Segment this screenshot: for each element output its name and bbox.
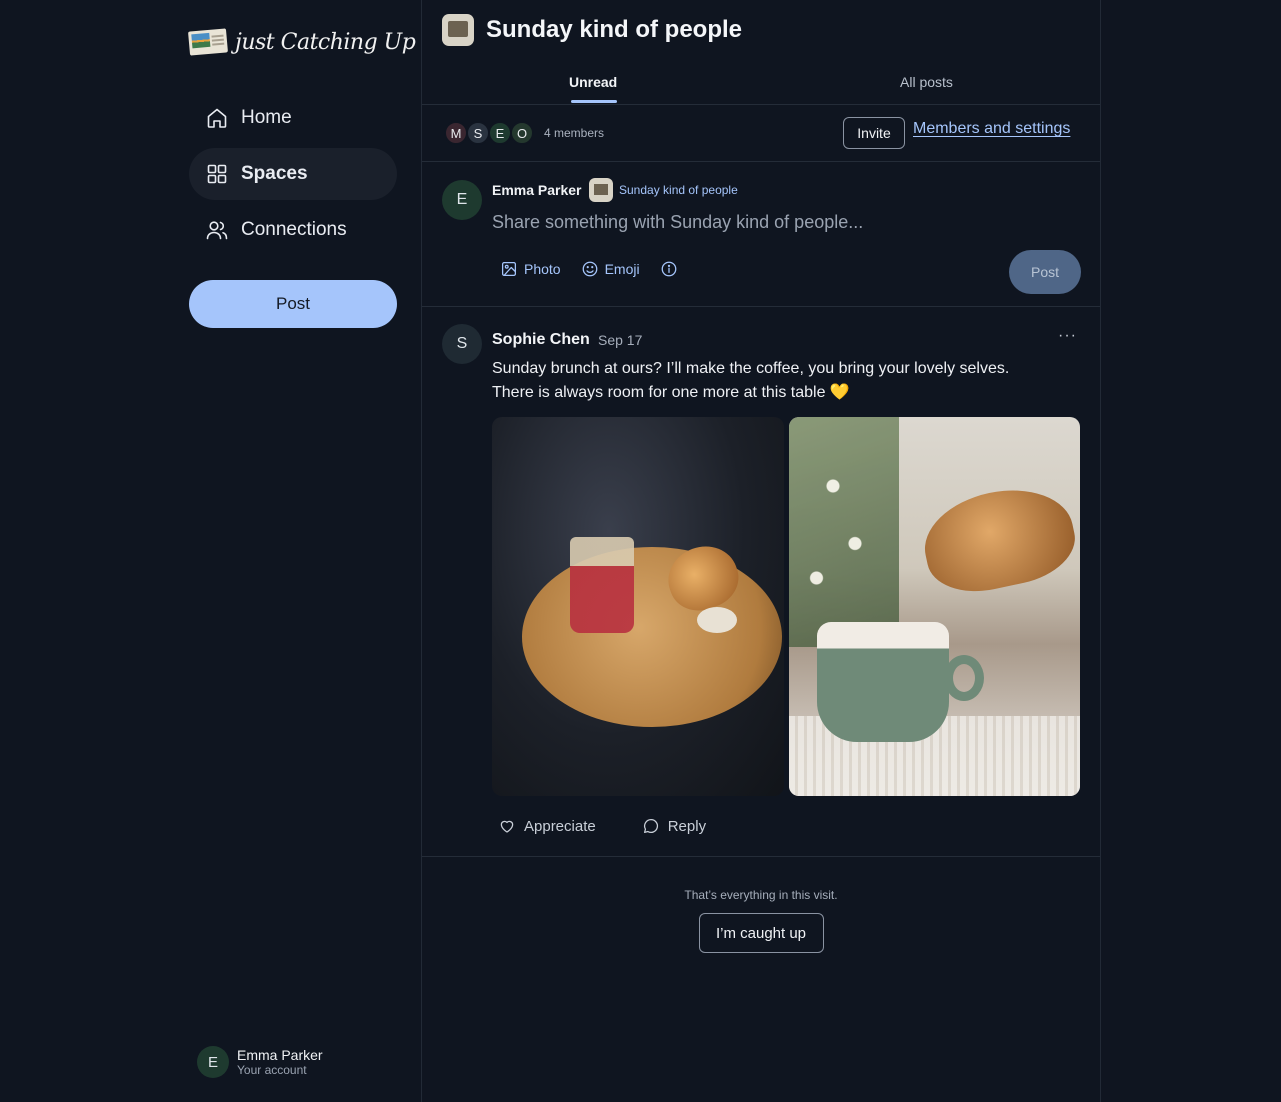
reply-button[interactable]: Reply (642, 817, 706, 835)
home-icon (207, 108, 227, 128)
sidebar-item-home[interactable]: Home (189, 92, 397, 144)
image-icon (501, 261, 517, 277)
avatar: S (442, 324, 482, 364)
smiley-icon (582, 261, 597, 277)
post-photos (492, 417, 1080, 796)
members-bar: M S E O 4 members Invite Members and set… (422, 105, 1100, 162)
sidebar-item-label: Spaces (241, 163, 308, 184)
sidebar: just Catching Up Home Spaces Connections… (0, 0, 421, 1102)
chat-bubble-icon (643, 818, 658, 834)
post-body: Sunday brunch at ours? I’ll make the cof… (492, 357, 1072, 405)
info-icon (661, 261, 676, 277)
caught-up-text: That’s everything in this visit. (684, 888, 838, 902)
space-header: Sunday kind of people (442, 14, 742, 46)
logo-postcard-icon (186, 24, 231, 60)
emoji-label: Emoji (604, 261, 640, 277)
post-composer: E Emma Parker Sunday kind of people Shar… (422, 162, 1100, 307)
feed-post: S Sophie Chen Sep 17 ··· Sunday brunch a… (422, 307, 1100, 857)
member-avatar: E (488, 121, 512, 145)
post-actions: Appreciate Reply (498, 817, 706, 835)
members-settings-link[interactable]: Members and settings (913, 120, 1070, 138)
post-body-line: Sunday brunch at ours? I’ll make the cof… (492, 360, 1010, 377)
composer-space-chip[interactable]: Sunday kind of people (589, 178, 738, 202)
logo-text: just Catching Up (235, 29, 416, 55)
caught-up-button[interactable]: I’m caught up (698, 913, 824, 953)
sidebar-item-connections[interactable]: Connections (189, 204, 397, 256)
feed-tabs: Unread All posts (422, 64, 1100, 105)
member-avatar: O (510, 121, 534, 145)
avatar: E (442, 180, 482, 220)
appreciate-label: Appreciate (524, 817, 596, 835)
avatar: E (197, 1046, 229, 1078)
emoji-button[interactable]: Emoji (581, 260, 640, 278)
photo-button[interactable]: Photo (500, 260, 561, 278)
grid-icon (207, 164, 227, 184)
app-logo[interactable]: just Catching Up (186, 24, 416, 60)
space-thumbnail-icon (442, 14, 474, 46)
people-icon (206, 221, 228, 240)
member-avatars[interactable]: M S E O (444, 121, 534, 145)
post-photo-breakfast-tray[interactable] (492, 417, 784, 796)
composer-toolbar: Photo Emoji (500, 260, 678, 278)
reply-label: Reply (667, 817, 707, 835)
composer-author: Emma Parker (492, 182, 582, 198)
tab-unread[interactable]: Unread (569, 74, 618, 103)
app-root: just Catching Up Home Spaces Connections… (0, 0, 1281, 1102)
composer-space-name: Sunday kind of people (619, 183, 738, 197)
account-subtitle: Your account (237, 1063, 307, 1077)
space-thumbnail-icon (589, 178, 613, 202)
info-button[interactable] (660, 260, 678, 278)
post-date: Sep 17 (598, 332, 643, 348)
page-title: Sunday kind of people (486, 16, 743, 43)
sidebar-nav: Home Spaces Connections (189, 92, 397, 260)
composer-post-button[interactable]: Post (1009, 250, 1081, 294)
account-info: Emma Parker Your account (237, 1047, 323, 1077)
invite-button[interactable]: Invite (843, 117, 905, 149)
composer-input[interactable]: Share something with Sunday kind of peop… (492, 212, 863, 233)
photo-label: Photo (524, 261, 561, 277)
post-body-line: There is always room for one more at thi… (492, 384, 850, 401)
member-avatar: S (466, 121, 490, 145)
new-post-button[interactable]: Post (189, 280, 397, 328)
tab-all-posts[interactable]: All posts (900, 74, 953, 90)
appreciate-button[interactable]: Appreciate (498, 817, 596, 835)
account-name: Emma Parker (237, 1047, 323, 1063)
sidebar-item-label: Home (241, 107, 292, 128)
space-feed: Sunday kind of people Unread All posts M… (421, 0, 1101, 1102)
caught-up-section: That’s everything in this visit. I’m cau… (422, 858, 1100, 953)
member-avatar: M (444, 121, 468, 145)
more-options-icon[interactable]: ··· (1058, 327, 1077, 345)
sidebar-item-spaces[interactable]: Spaces (189, 148, 397, 200)
account-menu[interactable]: E Emma Parker Your account (197, 1046, 323, 1078)
heart-icon (500, 820, 514, 833)
sidebar-item-label: Connections (241, 219, 347, 240)
post-author[interactable]: Sophie Chen (492, 331, 590, 349)
post-photo-coffee-croissant[interactable] (788, 417, 1080, 796)
members-count: 4 members (544, 126, 605, 140)
